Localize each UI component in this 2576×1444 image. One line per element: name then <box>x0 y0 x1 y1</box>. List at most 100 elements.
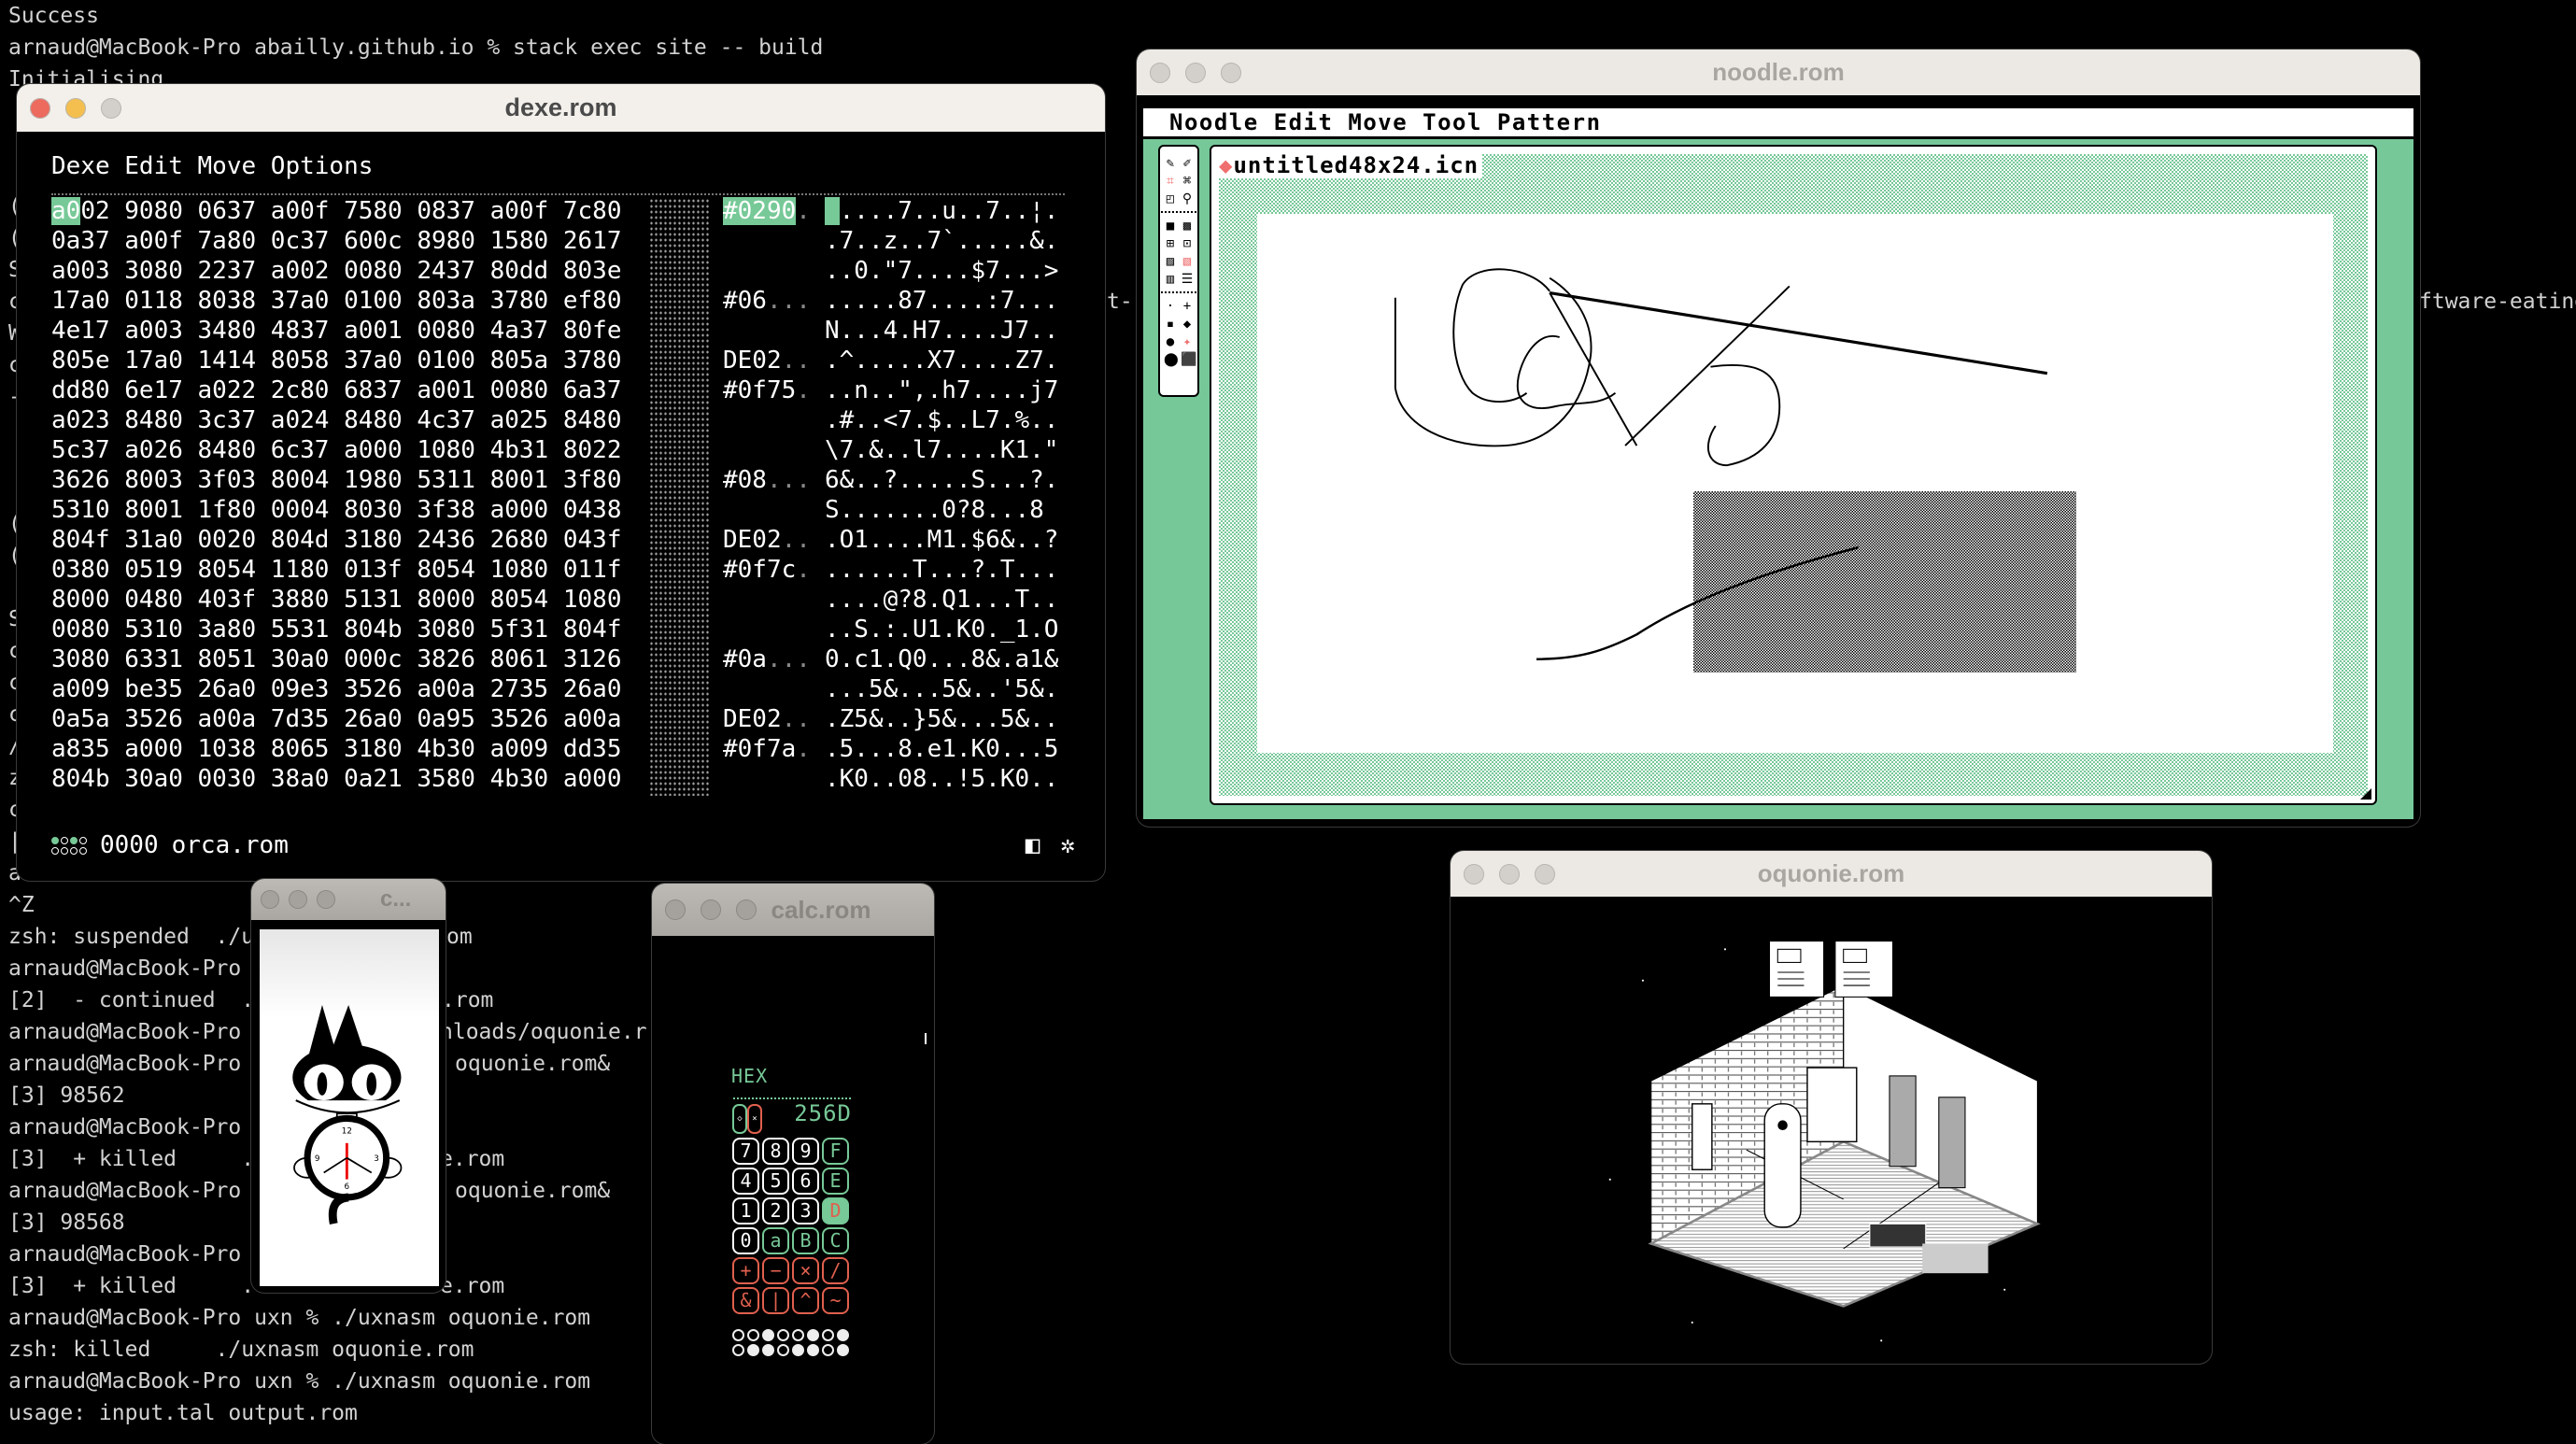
key-4-button[interactable]: 4 <box>732 1168 759 1195</box>
minimize-button[interactable] <box>1185 62 1206 83</box>
key-5-button[interactable]: 5 <box>762 1168 789 1195</box>
bit-toggle[interactable] <box>807 1329 819 1341</box>
zoom-button[interactable] <box>317 890 335 909</box>
bit-toggle[interactable] <box>777 1329 789 1341</box>
pattern-diamond-icon[interactable]: ⊡ <box>1181 237 1194 250</box>
bit-toggle[interactable] <box>822 1344 834 1356</box>
hex-row[interactable]: 0380 0519 8054 1180 013f 8054 1080 011f <box>51 555 621 585</box>
mode-label[interactable]: HEX <box>731 1065 768 1087</box>
hex-row[interactable]: a002 9080 0637 a00f 7580 0837 a00f 7c80 <box>51 196 622 226</box>
document-tab[interactable]: ◆untitled48x24.icn <box>1219 152 1483 178</box>
close-button[interactable] <box>261 890 279 909</box>
key-15-button[interactable]: C <box>822 1227 849 1254</box>
resize-handle[interactable] <box>2360 788 2371 800</box>
hex-row[interactable]: 8000 0480 403f 3880 5131 8000 8054 1080 <box>51 585 621 615</box>
pattern-checker-icon[interactable]: ▩ <box>1181 219 1194 233</box>
settings-icon[interactable]: ✲ <box>1060 831 1075 859</box>
hex-row[interactable]: a835 a000 1038 8065 3180 4b30 a009 dd35 <box>51 734 621 764</box>
minimize-button[interactable] <box>1499 863 1520 885</box>
hex-row[interactable]: dd80 6e17 a022 2c80 6837 a001 0080 6a37 <box>51 375 621 405</box>
bit-toggle[interactable] <box>747 1344 759 1356</box>
hex-row[interactable]: a023 8480 3c37 a024 8480 4c37 a025 8480 <box>51 405 621 435</box>
hex-row[interactable]: 4e17 a003 3480 4837 a001 0080 4a37 80fe <box>51 316 621 346</box>
zoom-button[interactable] <box>101 97 121 119</box>
key-6-button[interactable]: 6 <box>792 1168 819 1195</box>
brush-3-icon[interactable]: ▪ <box>1164 318 1177 331</box>
minimize-button[interactable] <box>65 97 86 119</box>
hex-row[interactable]: a003 3080 2237 a002 0080 2437 80dd 803e <box>51 256 621 286</box>
view-toggle-icon[interactable]: ◧ <box>1026 831 1040 859</box>
brush-2-icon[interactable]: + <box>1181 300 1194 313</box>
close-button[interactable] <box>1464 863 1484 885</box>
pattern-vlines-icon[interactable]: ▥ <box>1164 273 1177 286</box>
bit-toggle[interactable] <box>762 1344 774 1356</box>
status-filename[interactable]: orca.rom <box>172 831 289 859</box>
zoom-icon[interactable]: ⚲ <box>1181 192 1194 205</box>
key-0-button[interactable]: 7 <box>732 1138 759 1165</box>
bit-toggle[interactable] <box>837 1329 849 1341</box>
hex-row[interactable]: 0a37 a00f 7a80 0c37 600c 8980 1580 2617 <box>51 226 621 256</box>
key-12-button[interactable]: 0 <box>732 1227 759 1254</box>
calc-titlebar[interactable]: calc.rom <box>652 884 934 936</box>
bit-toggle[interactable] <box>747 1329 759 1341</box>
game-scene[interactable] <box>1451 897 2212 1364</box>
key-20-button[interactable]: & <box>732 1287 759 1314</box>
brush-6-icon[interactable]: ✦ <box>1181 335 1194 348</box>
toggle-a-button[interactable]: ◇ <box>732 1104 747 1134</box>
close-button[interactable] <box>30 97 50 119</box>
hex-row[interactable]: 804b 30a0 0030 38a0 0a21 3580 4b30 a000 <box>51 764 621 794</box>
noodle-menu-bar[interactable]: Noodle Edit Move Tool Pattern <box>1143 108 2413 136</box>
zoom-button[interactable] <box>1535 863 1555 885</box>
eraser-icon[interactable]: ✐ <box>1181 157 1194 170</box>
key-17-button[interactable]: − <box>762 1257 789 1284</box>
catclock-titlebar[interactable]: c... <box>251 879 446 920</box>
pattern-dots-icon[interactable]: ⊞ <box>1164 237 1177 250</box>
lasso-icon[interactable]: ◰ <box>1164 192 1177 205</box>
hex-row[interactable]: a009 be35 26a0 09e3 3526 a00a 2735 26a0 <box>51 674 621 704</box>
key-16-button[interactable]: + <box>732 1257 759 1284</box>
bit-toggle[interactable] <box>777 1344 789 1356</box>
key-22-button[interactable]: ^ <box>792 1287 819 1314</box>
pattern-diag-icon[interactable]: ▨ <box>1164 255 1177 268</box>
dexe-titlebar[interactable]: dexe.rom <box>17 84 1105 132</box>
hex-row[interactable]: 17a0 0118 8038 37a0 0100 803a 3780 ef80 <box>51 286 621 316</box>
dexe-menu-bar[interactable]: Dexe Edit Move Options <box>51 151 373 181</box>
bit-toggle[interactable] <box>807 1344 819 1356</box>
key-8-button[interactable]: 1 <box>732 1197 759 1225</box>
key-10-button[interactable]: 3 <box>792 1197 819 1225</box>
key-1-button[interactable]: 8 <box>762 1138 789 1165</box>
pencil-icon[interactable]: ✎ <box>1164 157 1177 170</box>
key-11-button[interactable]: D <box>822 1197 849 1225</box>
key-2-button[interactable]: 9 <box>792 1138 819 1165</box>
brush-4-icon[interactable]: ◆ <box>1181 318 1194 331</box>
pattern-solid-icon[interactable]: ■ <box>1164 219 1177 233</box>
key-14-button[interactable]: B <box>792 1227 819 1254</box>
hex-row[interactable]: 0a5a 3526 a00a 7d35 26a0 0a95 3526 a00a <box>51 704 621 734</box>
brush-7-icon[interactable]: ⬤ <box>1164 353 1179 366</box>
select-icon[interactable]: ⌗ <box>1164 175 1177 188</box>
close-button[interactable] <box>1150 62 1170 83</box>
key-13-button[interactable]: a <box>762 1227 789 1254</box>
bit-toggle[interactable] <box>837 1344 849 1356</box>
pattern-diag-alt-icon[interactable]: ▧ <box>1181 255 1194 268</box>
minimize-button[interactable] <box>701 899 721 920</box>
key-18-button[interactable]: × <box>792 1257 819 1284</box>
crosshair-icon[interactable]: ⌘ <box>1181 175 1194 188</box>
minimize-button[interactable] <box>289 890 307 909</box>
bit-toggle[interactable] <box>732 1344 744 1356</box>
brush-8-icon[interactable]: ⬛ <box>1181 353 1196 366</box>
zoom-button[interactable] <box>736 899 757 920</box>
pattern-hlines-icon[interactable]: ☰ <box>1181 273 1194 286</box>
toggle-b-button[interactable]: × <box>747 1104 762 1134</box>
oquonie-titlebar[interactable]: oquonie.rom <box>1451 851 2212 897</box>
hex-row[interactable]: 5310 8001 1f80 0004 8030 3f38 a000 0438 <box>51 495 621 525</box>
hex-row[interactable]: 3080 6331 8051 30a0 000c 3826 8061 3126 <box>51 644 621 674</box>
key-7-button[interactable]: E <box>822 1168 849 1195</box>
hex-row[interactable]: 805e 17a0 1414 8058 37a0 0100 805a 3780 <box>51 346 621 375</box>
key-19-button[interactable]: / <box>822 1257 849 1284</box>
key-3-button[interactable]: F <box>822 1138 849 1165</box>
hex-row[interactable]: 804f 31a0 0020 804d 3180 2436 2680 043f <box>51 525 621 555</box>
bit-toggle[interactable] <box>762 1329 774 1341</box>
noodle-titlebar[interactable]: noodle.rom <box>1137 50 2420 95</box>
hex-cursor[interactable]: a0 <box>51 197 81 225</box>
